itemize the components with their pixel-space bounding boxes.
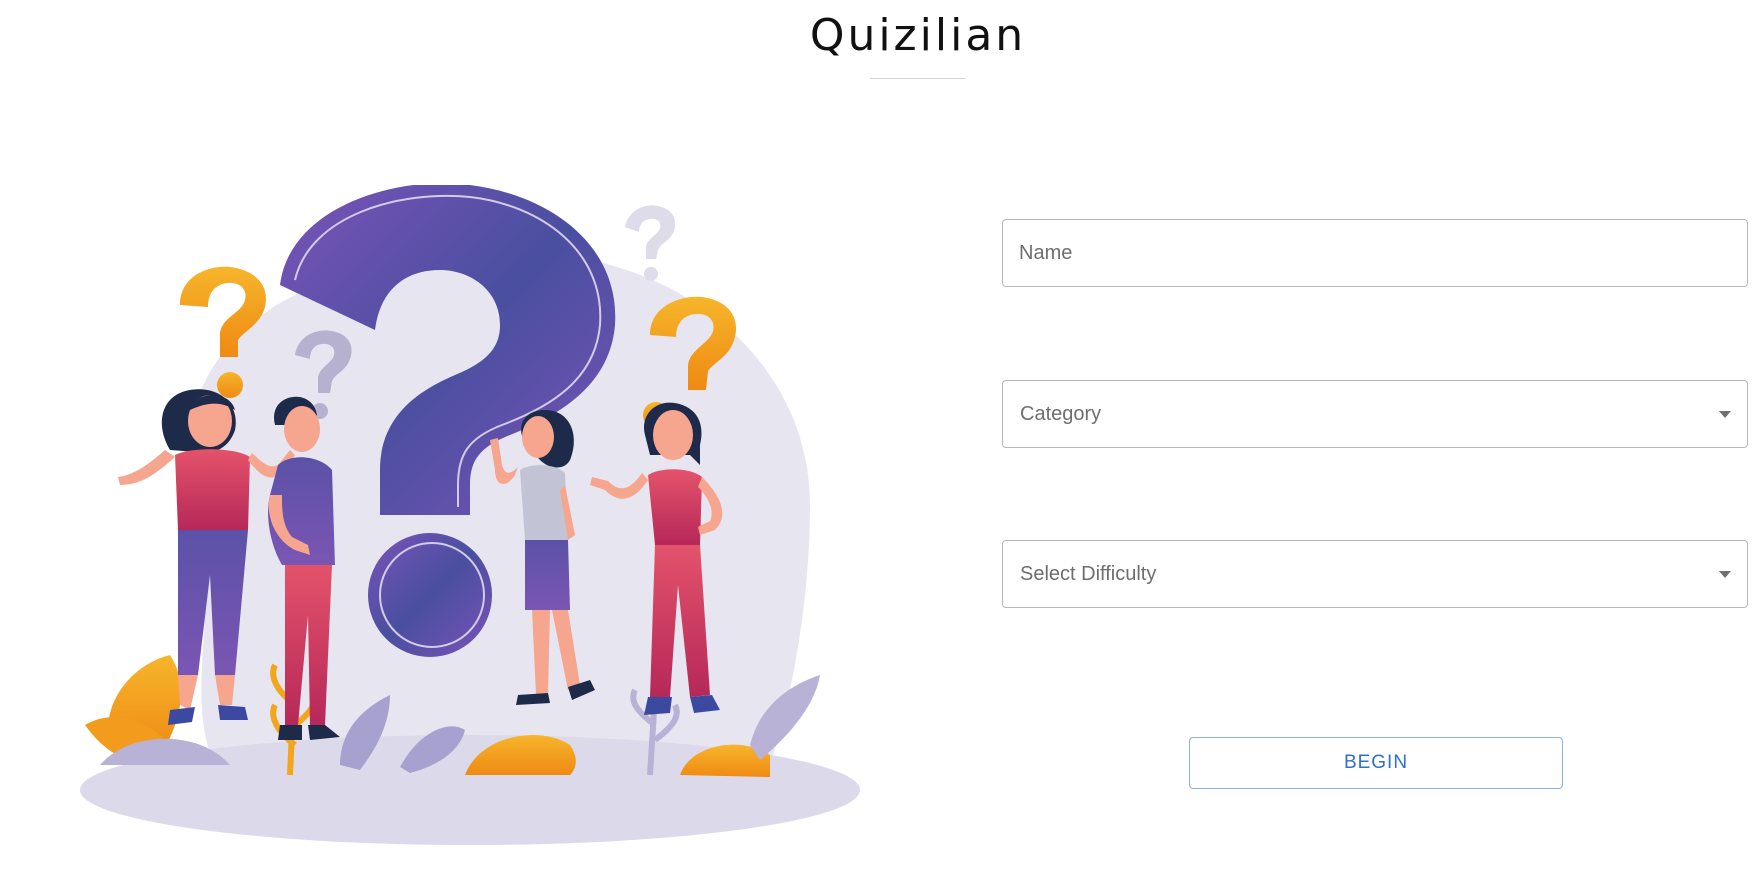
- people-question-marks-illustration: [70, 183, 860, 845]
- difficulty-select-label: Select Difficulty: [1020, 563, 1157, 585]
- chevron-down-icon: [1719, 571, 1731, 578]
- begin-button[interactable]: BEGIN: [1189, 737, 1563, 789]
- name-input[interactable]: [1003, 220, 1747, 286]
- title-underline: [870, 78, 966, 79]
- quiz-start-page: Quizilian Name Category Select Difficult…: [0, 0, 1763, 879]
- chevron-down-icon: [1719, 411, 1731, 418]
- difficulty-select[interactable]: Select Difficulty: [1002, 540, 1748, 608]
- category-select[interactable]: Category: [1002, 380, 1748, 448]
- category-select-label: Category: [1020, 403, 1102, 425]
- name-field[interactable]: [1002, 219, 1748, 287]
- quiz-setup-form: Category Select Difficulty BEGIN: [1002, 0, 1750, 879]
